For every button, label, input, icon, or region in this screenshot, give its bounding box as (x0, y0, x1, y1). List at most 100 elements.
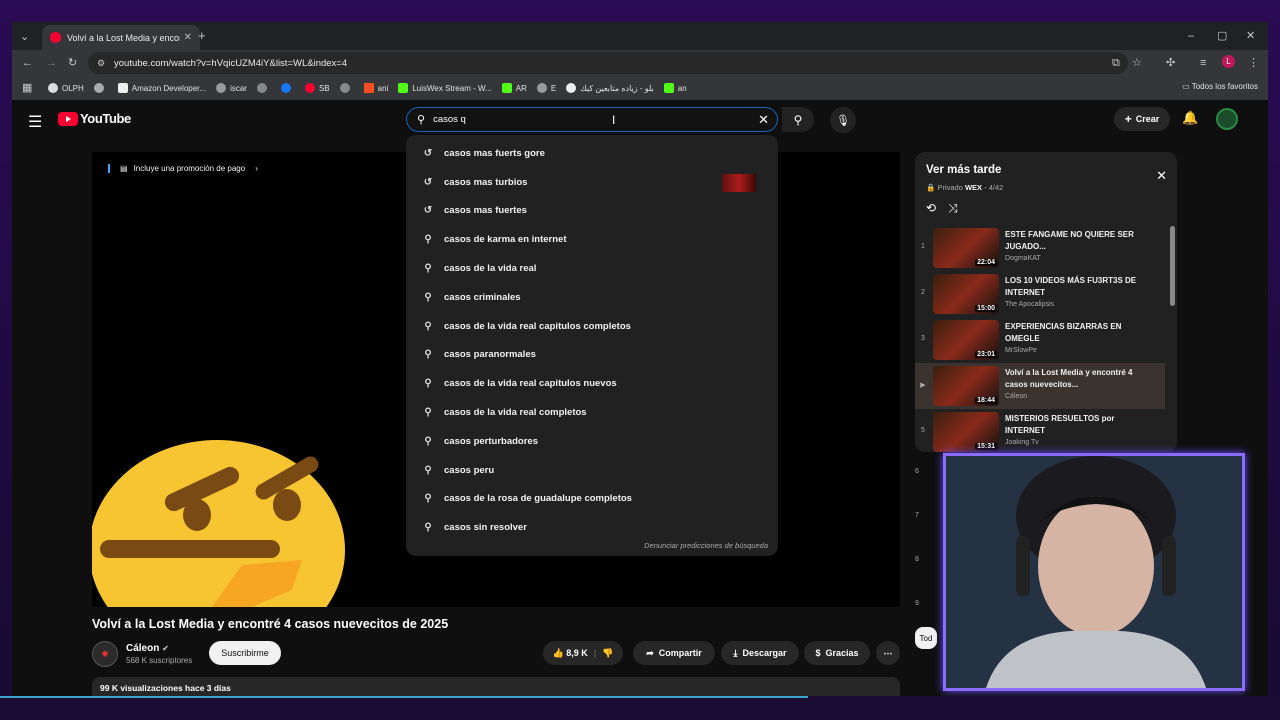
install-icon[interactable]: ⧉ (1112, 56, 1120, 70)
forward-icon[interactable]: → (46, 56, 57, 70)
bookmark-item[interactable]: OLPH (48, 83, 84, 93)
share-button[interactable]: ➦ Compartir (633, 641, 715, 665)
tab-close-icon[interactable]: ✕ (184, 32, 192, 43)
playlist-item[interactable]: 1 22:04 ESTE FANGAME NO QUIERE SER JUGAD… (915, 225, 1165, 271)
close-playlist-icon[interactable]: ✕ (1156, 168, 1167, 184)
menu-dots-icon[interactable]: ⋮ (1248, 56, 1259, 70)
thinking-emoji-image (92, 440, 345, 607)
tab-search-icon[interactable]: ⌄ (20, 30, 29, 44)
create-button[interactable]: + Crear (1114, 107, 1170, 131)
url-text: youtube.com/watch?v=hVqicUZM4iY&list=WL&… (114, 57, 348, 69)
search-input[interactable]: casos q (433, 114, 466, 125)
video-title: Volví a la Lost Media y encontré 4 casos… (92, 617, 449, 631)
suggestion-item[interactable]: ⚲ casos perturbadores (406, 427, 778, 456)
bookmark-item[interactable]: LuisWex Stream - W... (398, 83, 492, 93)
bookmark-item[interactable]: بلو - زياده متابعين كيك (566, 83, 654, 93)
suggestion-item[interactable]: ↺ casos mas turbios (406, 168, 778, 197)
url-field[interactable]: ⚙ youtube.com/watch?v=hVqicUZM4iY&list=W… (88, 52, 1128, 74)
reload-icon[interactable]: ↻ (68, 56, 77, 70)
media-icon[interactable]: ≡ (1200, 56, 1206, 70)
profile-icon[interactable]: L (1222, 55, 1235, 68)
search-box[interactable]: ⚲ casos q ✕ (406, 107, 778, 132)
bookmark-item[interactable] (93, 83, 108, 93)
bookmark-item[interactable]: Amazon Developer... (117, 83, 206, 93)
more-actions-button[interactable]: ⋯ (876, 641, 900, 665)
bookmark-item[interactable] (339, 83, 354, 93)
new-tab-icon[interactable]: + (198, 29, 206, 43)
chevron-right-icon: › (255, 164, 258, 173)
all-bookmarks[interactable]: ▭ Todos los favoritos (1182, 82, 1258, 91)
browser-tab[interactable]: Volví a la Lost Media y encontré ✕ (42, 25, 200, 50)
extensions-icon[interactable]: ✣ (1166, 56, 1175, 70)
more-dots-icon: ⋯ (883, 647, 893, 658)
video-progress-bar[interactable] (0, 696, 808, 698)
site-info-icon[interactable]: ⚙ (97, 56, 105, 70)
search-icon: ⚲ (424, 234, 432, 246)
account-avatar[interactable] (1216, 108, 1238, 130)
loop-icon[interactable]: ⟲ (926, 201, 948, 215)
bookmark-item[interactable]: E (536, 83, 556, 93)
notifications-bell-icon[interactable]: 🔔 (1182, 110, 1198, 126)
playlist-title[interactable]: Ver más tarde (926, 164, 1001, 176)
maximize-icon[interactable]: ▢ (1217, 29, 1227, 43)
like-button[interactable]: 👍 8,9 K (553, 648, 588, 659)
bookmark-item[interactable]: SB (304, 83, 330, 93)
plus-icon: + (1124, 112, 1132, 126)
channel-info: ✺ Cáleon ✔ 568 K suscriptores (92, 641, 192, 667)
suggestion-item[interactable]: ⚲ casos peru (406, 456, 778, 485)
video-thumbnail: 15:31 (933, 412, 999, 452)
dislike-button[interactable]: 👎 (602, 648, 613, 659)
apps-grid-icon[interactable]: ▦ (22, 81, 32, 95)
window-close-icon[interactable]: ✕ (1246, 29, 1255, 43)
bookmark-star-icon[interactable]: ☆ (1132, 56, 1142, 70)
search-button[interactable]: ⚲ (782, 107, 814, 132)
paid-promotion-label[interactable]: ▤ Incluye una promoción de pago › (108, 164, 258, 173)
bookmark-item[interactable] (256, 83, 271, 93)
playlist-item[interactable]: 5 15:31 MISTERIOS RESUELTOS por INTERNET… (915, 409, 1165, 452)
suggestion-item[interactable]: ↺ casos mas fuerts gore (406, 139, 778, 168)
suggestion-item[interactable]: ↺ casos mas fuertes (406, 197, 778, 226)
back-icon[interactable]: ← (22, 56, 33, 70)
hamburger-menu-icon[interactable]: ☰ (28, 112, 42, 132)
microphone-icon: 🎙 (836, 114, 850, 127)
playlist-item[interactable]: 3 23:01 EXPERIENCIAS BIZARRAS EN OMEGLE M… (915, 317, 1165, 363)
suggestion-item[interactable]: ⚲ casos criminales (406, 283, 778, 312)
suggestion-item[interactable]: ⚲ casos de la vida real completos (406, 398, 778, 427)
minimize-icon[interactable]: – (1188, 29, 1194, 43)
playlist-scrollbar[interactable] (1170, 226, 1175, 306)
like-dislike-group: 👍 8,9 K | 👎 (543, 641, 623, 665)
youtube-play-icon (58, 111, 78, 126)
bookmark-item[interactable]: an (663, 83, 687, 93)
suggestion-item[interactable]: ⚲ casos de la rosa de guadalupe completos (406, 485, 778, 514)
thumbs-down-icon: 👎 (602, 647, 614, 658)
suggestion-item[interactable]: ⚲ casos de karma en internet (406, 225, 778, 254)
youtube-logo[interactable]: YouTube (58, 111, 131, 126)
channel-avatar[interactable]: ✺ (92, 641, 118, 667)
search-suggestions-dropdown: ↺ casos mas fuerts gore ↺ casos mas turbio… (406, 135, 778, 556)
shuffle-icon[interactable]: ⤨ (948, 201, 970, 215)
clear-search-icon[interactable]: ✕ (758, 112, 769, 128)
report-predictions-link[interactable]: Denunciar predicciones de búsqueda (644, 541, 768, 550)
channel-name[interactable]: Cáleon ✔ (126, 643, 192, 654)
search-icon: ⚲ (424, 291, 432, 303)
subscribe-button[interactable]: Suscribirme (209, 641, 281, 665)
description-box[interactable]: 99 K visualizaciones hace 3 días (92, 677, 900, 696)
download-icon: ⤓ (733, 647, 738, 658)
playlist-item[interactable]: 2 15:00 LOS 10 VIDEOS MÁS FU3RT3S DE INT… (915, 271, 1165, 317)
thanks-button[interactable]: $ Gracias (804, 641, 870, 665)
suggestion-item[interactable]: ⚲ casos paranormales (406, 341, 778, 370)
filter-chip-all[interactable]: Tod (915, 627, 937, 649)
bookmark-item[interactable]: iscar (216, 83, 247, 93)
suggestion-item[interactable]: ⚲ casos sin resolver (406, 513, 778, 542)
playlist-item-current[interactable]: ▶ 18:44 Volví a la Lost Media y encontré… (915, 363, 1165, 409)
share-icon: ➦ (646, 647, 654, 658)
bookmark-item[interactable]: AR (501, 83, 527, 93)
bookmark-item[interactable] (280, 83, 295, 93)
suggestion-item[interactable]: ⚲ casos de la vida real capitulos complet… (406, 312, 778, 341)
playlist-meta: 🔒 Privado WEX - 4/42 (926, 183, 1004, 192)
voice-search-button[interactable]: 🎙 (830, 107, 856, 133)
download-button[interactable]: ⤓ Descargar (721, 641, 799, 665)
suggestion-item[interactable]: ⚲ casos de la vida real capitulos nuevos (406, 369, 778, 398)
suggestion-item[interactable]: ⚲ casos de la vida real (406, 254, 778, 283)
bookmark-item[interactable]: ani (363, 83, 388, 93)
